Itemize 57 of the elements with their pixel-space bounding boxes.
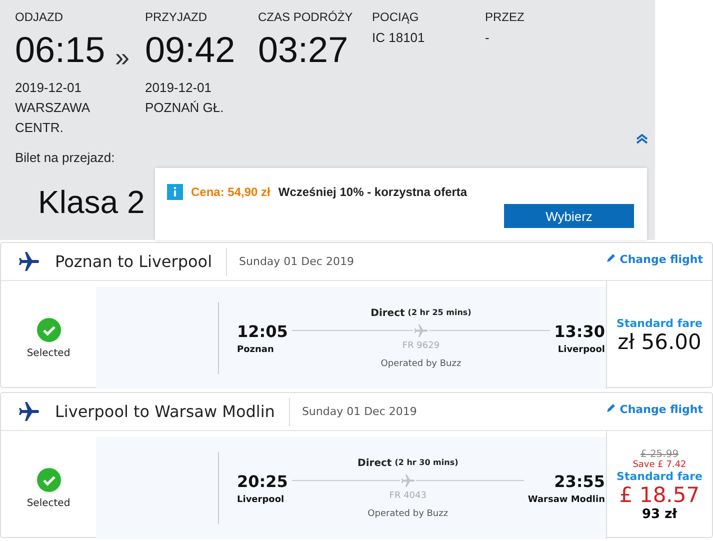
fare-label: Standard fare [616,316,702,330]
ticket-label: Bilet na przejazd: [15,150,115,165]
via-value: - [485,30,490,45]
column-label: PRZYJAZD [145,10,208,26]
airplane-icon [17,400,41,424]
departure-time: 20:25 [237,472,288,490]
departure-place: Liverpool [237,494,284,504]
flight-number: FR 4043 [389,490,426,500]
fare-price: zł 56.00 [618,330,702,354]
train-number: IC 18101 [372,30,426,45]
operator-label: Operated by Buzz [380,358,462,368]
local-price: 93 zł [642,506,677,522]
arrival-time: 23:55 [554,472,605,490]
direct-label: Direct [370,308,405,318]
departure-date: 2019-12-01 [15,79,82,97]
pencil-icon [606,403,616,413]
selected-status: Selected [26,348,70,358]
arrival-station: POZNAŃ GŁ. [145,99,225,117]
arrival-time: 09:42 [145,30,236,70]
departure-station: WARSZAWA CENTR. [15,99,91,137]
arrival-date: 2019-12-01 [145,79,212,97]
flight-duration: (2 hr 30 mins) [394,458,458,466]
pencil-icon [606,253,616,263]
departure-place: Poznan [237,344,274,354]
offer-price: Cena: 54,90 zł [191,185,270,199]
airplane-icon [17,250,41,274]
flight-date: Sunday 01 Dec 2019 [300,405,417,418]
arrow-separator: » [115,42,130,74]
fare-label: Standard fare [616,470,702,482]
select-button[interactable]: Wybierz [504,204,634,228]
collapse-icon[interactable] [635,134,649,144]
flight-title: Poznan to Liverpool [41,248,228,276]
flight-number: FR 9629 [402,340,440,350]
change-flight-link[interactable]: Change flight [606,253,703,266]
ticket-class: Klasa 2 [38,184,145,221]
flight-duration: (2 hr 25 mins) [408,308,472,316]
flight-title: Liverpool to Warsaw Modlin [41,398,290,426]
arrival-place: Liverpool [558,344,605,354]
arrival-place: Warsaw Modlin [528,494,605,504]
change-flight-link[interactable]: Change flight [606,403,703,416]
flight-date: Sunday 01 Dec 2019 [238,255,354,268]
travel-time: 03:27 [258,30,350,70]
direct-label: Direct [358,458,392,468]
column-label: POCIĄG [372,10,420,26]
fare-price: £ 18.57 [619,482,700,506]
offer-description: Wcześniej 10% - korzystna oferta [278,185,468,199]
selected-status: Selected [26,498,70,508]
savings-label: Save £ 7.42 [632,460,686,470]
original-price: £ 25.99 [640,448,679,460]
arrival-time: 13:30 [554,322,605,340]
info-icon [167,184,183,200]
column-label: ODJAZD [15,10,64,26]
departure-time: 12:05 [237,322,288,340]
column-label: CZAS PODRÓŻY [258,10,354,26]
column-label: PRZEZ [485,10,526,26]
operator-label: Operated by Buzz [368,508,448,518]
departure-time: 06:15 [15,30,106,70]
